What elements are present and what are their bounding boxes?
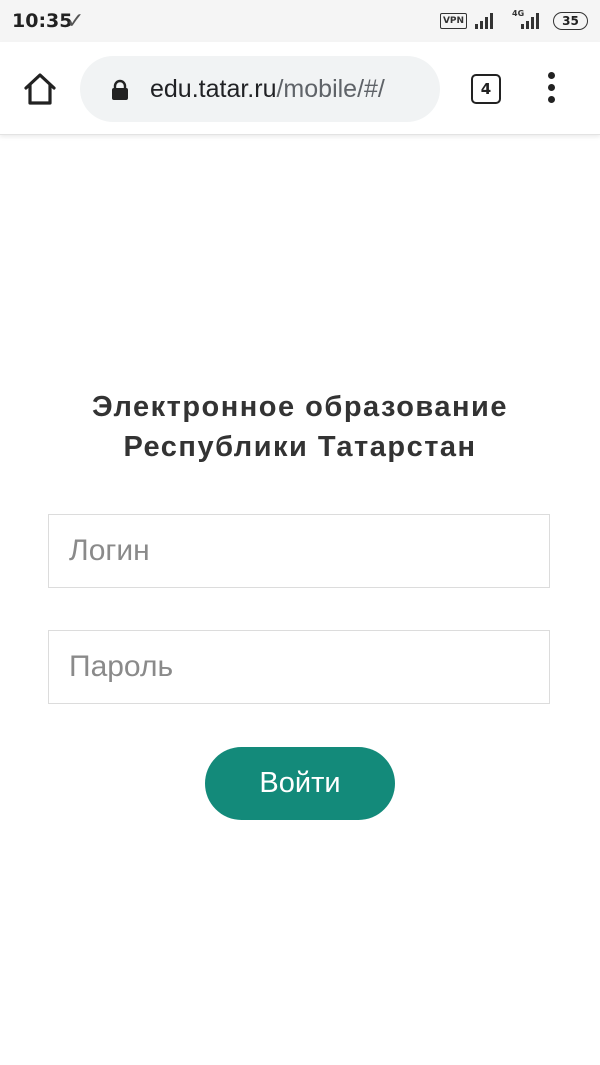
lock-icon (112, 79, 128, 100)
vpn-badge: VPN (440, 13, 467, 29)
status-bar: 10:35 ✓ VPN 4G 35 (0, 0, 600, 42)
password-field[interactable] (48, 630, 550, 704)
tabs-button[interactable]: 4 (471, 74, 501, 104)
battery-indicator: 35 (553, 12, 588, 30)
url-bar[interactable]: edu.tatar.ru/mobile/#/ (80, 56, 440, 122)
url-path: /mobile/#/ (276, 75, 385, 103)
more-vert-icon-dot (548, 84, 555, 91)
login-button[interactable]: Войти (205, 747, 395, 820)
signal-strength-icon (475, 13, 493, 29)
status-time: 10:35 (12, 10, 73, 32)
more-vert-icon-dot (548, 96, 555, 103)
check-icon: ✓ (66, 8, 85, 33)
url-domain: edu.tatar.ru (150, 75, 277, 103)
page-title-line2: Республики Татарстан (123, 431, 477, 463)
more-vert-icon (548, 72, 555, 79)
url-text: edu.tatar.ru/mobile/#/ (150, 75, 385, 104)
page-title-line1: Электронное образование (92, 391, 508, 423)
signal-strength-4g-icon (521, 13, 539, 29)
login-field[interactable] (48, 514, 550, 588)
page-title: Электронное образование Республики Татар… (0, 387, 600, 467)
password-input[interactable] (49, 631, 549, 703)
login-input[interactable] (49, 515, 549, 587)
browser-toolbar: edu.tatar.ru/mobile/#/ 4 (0, 42, 600, 135)
home-button[interactable] (20, 69, 60, 109)
more-menu-button[interactable] (540, 70, 564, 106)
home-icon (24, 73, 56, 105)
